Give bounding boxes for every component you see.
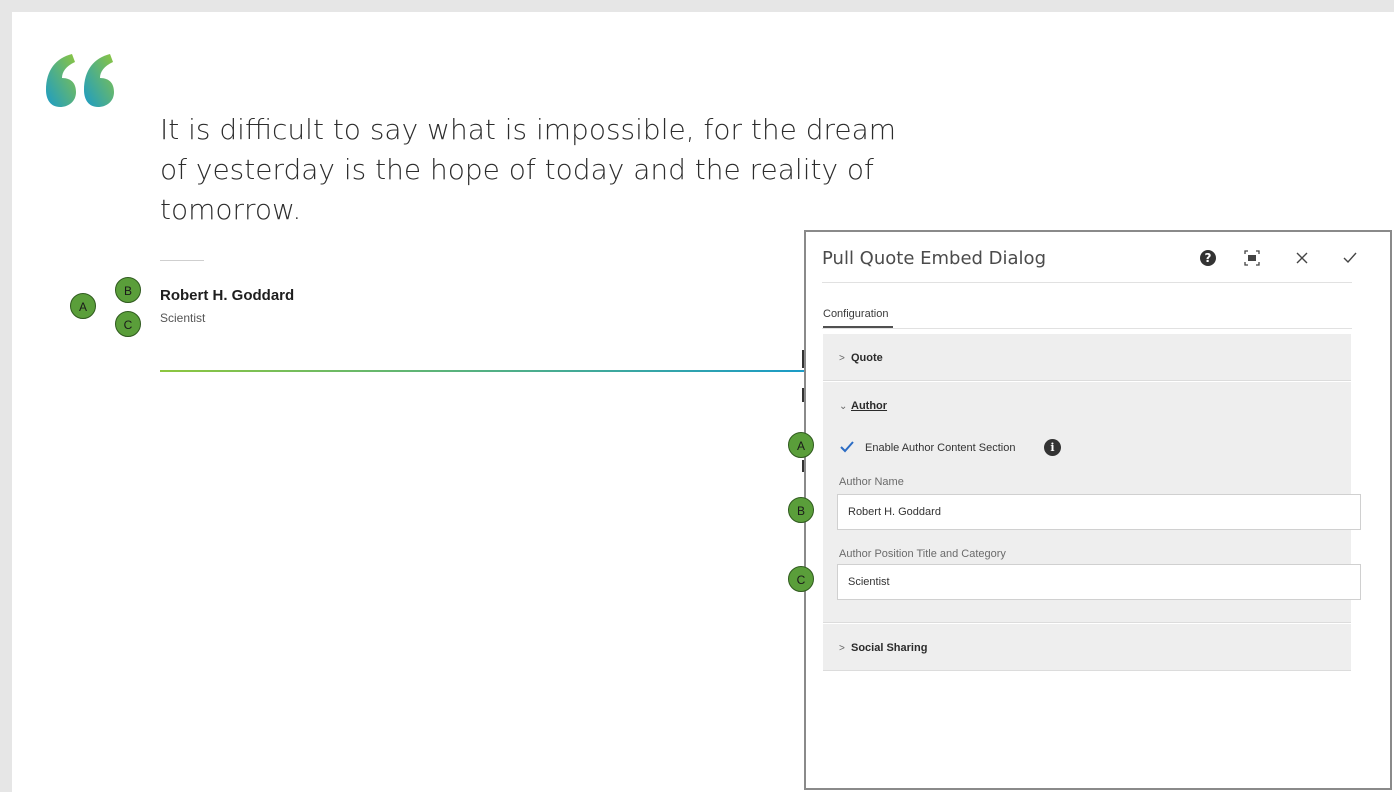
callout-badge-a: A <box>788 432 814 458</box>
author-title: Scientist <box>160 311 206 325</box>
callout-badge-b: B <box>788 497 814 523</box>
section-author-header[interactable]: ⌄ Author <box>839 400 887 412</box>
quote-bottom-rule <box>160 370 810 372</box>
quote-text: It is difficult to say what is impossibl… <box>160 113 897 226</box>
quote-divider <box>160 260 204 261</box>
close-icon[interactable] <box>1290 246 1314 270</box>
help-icon[interactable]: ? <box>1196 246 1220 270</box>
pull-quote-dialog: Pull Quote Embed Dialog ? Configuration … <box>804 230 1392 790</box>
callout-badge-c: C <box>788 566 814 592</box>
window-frame-left <box>0 0 12 792</box>
chevron-right-icon: > <box>839 353 845 364</box>
callout-badge-c: C <box>115 311 141 337</box>
svg-text:?: ? <box>1205 251 1212 265</box>
author-position-field[interactable] <box>837 564 1361 600</box>
section-author: ⌄ Author Enable Author Content Section i … <box>823 382 1361 623</box>
window-frame-top <box>0 0 1394 12</box>
dialog-title: Pull Quote Embed Dialog <box>822 248 1046 269</box>
dialog-header-divider <box>822 282 1352 283</box>
checkmark-icon[interactable] <box>1338 246 1362 270</box>
author-position-label: Author Position Title and Category <box>839 548 1006 560</box>
author-name-field[interactable] <box>837 494 1361 530</box>
tab-bar-divider <box>822 328 1352 329</box>
author-name-label: Author Name <box>839 476 904 488</box>
callout-badge-b: B <box>115 277 141 303</box>
chevron-right-icon: > <box>839 643 845 654</box>
section-quote[interactable]: > Quote <box>823 334 1351 381</box>
section-quote-header[interactable]: > Quote <box>839 352 883 364</box>
section-quote-label: Quote <box>851 352 883 364</box>
enable-author-checkbox[interactable] <box>839 440 857 458</box>
section-social-label: Social Sharing <box>851 642 928 654</box>
quotation-mark-icon <box>46 54 114 107</box>
section-social-header[interactable]: > Social Sharing <box>839 642 927 654</box>
section-social-sharing[interactable]: > Social Sharing <box>823 624 1351 671</box>
enable-author-label: Enable Author Content Section <box>865 442 1016 454</box>
tab-configuration[interactable]: Configuration <box>823 308 888 320</box>
section-author-label: Author <box>851 400 888 412</box>
info-icon[interactable]: i <box>1044 439 1061 456</box>
chevron-down-icon: ⌄ <box>839 401 848 412</box>
author-name: Robert H. Goddard <box>160 287 295 304</box>
callout-badge-a: A <box>70 293 96 319</box>
fullscreen-icon[interactable] <box>1240 246 1264 270</box>
